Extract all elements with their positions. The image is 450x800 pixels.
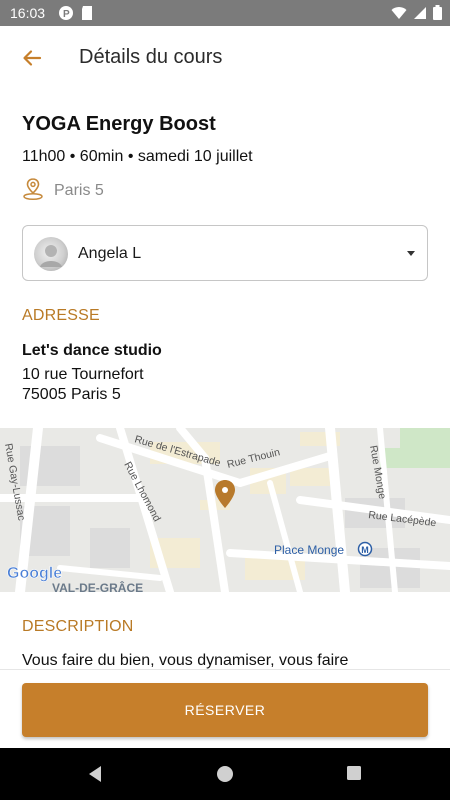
- metro-icon: M: [357, 541, 373, 557]
- venue-street: 10 rue Tournefort: [22, 366, 144, 383]
- location-pin-icon: [22, 177, 44, 206]
- sd-card-icon: [80, 5, 94, 26]
- svg-text:M: M: [361, 545, 369, 555]
- dropdown-arrow-icon: [407, 251, 415, 256]
- battery-icon: [433, 5, 442, 25]
- app-notification-icon: P: [58, 5, 74, 26]
- app-bar: Détails du cours: [0, 26, 450, 90]
- signal-icon: [413, 6, 427, 25]
- place-label: Place Monge: [274, 543, 344, 557]
- location-label: Paris 5: [54, 182, 104, 199]
- description-section-title: DESCRIPTION: [22, 618, 134, 635]
- course-title: YOGA Energy Boost: [22, 113, 216, 135]
- status-time: 16:03: [10, 5, 46, 21]
- street-label: Rue Thouin: [226, 446, 282, 471]
- back-arrow-icon[interactable]: [18, 44, 46, 72]
- nav-back-icon[interactable]: [86, 765, 104, 788]
- course-location: Paris 5: [22, 177, 104, 206]
- nav-home-icon[interactable]: [216, 765, 234, 788]
- address-section-title: ADRESSE: [22, 307, 100, 324]
- description-text: Vous faire du bien, vous dynamiser, vous…: [22, 652, 349, 669]
- google-logo: Google: [7, 565, 62, 582]
- page-title: Détails du cours: [79, 46, 223, 68]
- teacher-name: Angela L: [78, 245, 142, 262]
- svg-text:P: P: [63, 9, 70, 20]
- district-label: VAL-DE-GRÂCE: [52, 580, 143, 592]
- system-nav-bar: [0, 748, 450, 800]
- course-schedule: 11h00 • 60min • samedi 10 juillet: [22, 148, 253, 165]
- wifi-icon: [391, 6, 407, 25]
- status-bar: 16:03 P: [0, 0, 450, 26]
- venue-name: Let's dance studio: [22, 342, 162, 359]
- venue-city: 75005 Paris 5: [22, 386, 121, 403]
- teacher-avatar: [34, 237, 68, 271]
- reserve-button[interactable]: RÉSERVER: [22, 683, 428, 737]
- map-view[interactable]: Rue de l'Estrapade Rue Thouin Rue Lhomon…: [0, 428, 450, 592]
- teacher-select[interactable]: Angela L: [22, 225, 428, 281]
- nav-recents-icon[interactable]: [346, 765, 362, 786]
